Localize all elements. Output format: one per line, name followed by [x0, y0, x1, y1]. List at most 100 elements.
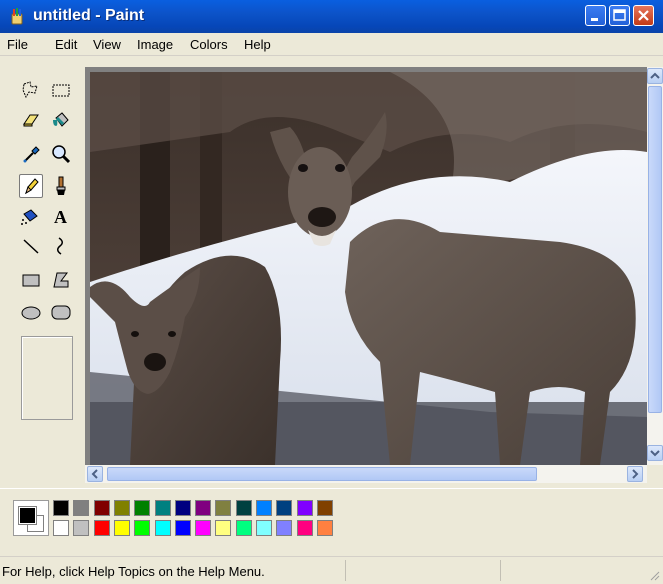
palette-swatch[interactable] — [73, 500, 90, 516]
resize-grip-icon[interactable] — [648, 569, 660, 581]
palette-swatch[interactable] — [296, 500, 313, 516]
tool-fill[interactable] — [49, 108, 73, 132]
status-divider — [345, 560, 346, 581]
tool-select[interactable] — [49, 78, 73, 102]
palette-swatch[interactable] — [215, 500, 232, 516]
palette-swatch[interactable] — [195, 500, 212, 516]
tool-pick-color[interactable] — [19, 142, 43, 166]
paint-app-icon — [11, 8, 23, 25]
scroll-corner — [647, 465, 663, 483]
eyedropper-icon — [23, 146, 40, 163]
palette-swatch[interactable] — [215, 520, 232, 536]
airbrush-icon — [21, 209, 38, 225]
palette-swatch[interactable] — [235, 500, 252, 516]
palette-swatch[interactable] — [134, 500, 151, 516]
palette-swatch[interactable] — [113, 520, 130, 536]
rectangle-icon — [22, 274, 40, 287]
title-bar[interactable]: untitled - Paint — [0, 0, 663, 33]
palette-swatch[interactable] — [174, 500, 191, 516]
pencil-icon — [25, 178, 39, 195]
window-title: untitled - Paint — [33, 7, 145, 24]
status-divider — [500, 560, 501, 581]
palette-swatch[interactable] — [296, 520, 313, 536]
status-help-text: For Help, click Help Topics on the Help … — [2, 564, 265, 579]
menu-edit[interactable]: Edit — [55, 37, 77, 52]
palette-swatch[interactable] — [113, 500, 130, 516]
minimize-icon — [591, 18, 598, 21]
arrow-down-icon — [650, 450, 660, 457]
palette-swatch[interactable] — [154, 500, 171, 516]
close-icon — [638, 10, 649, 21]
canvas-image[interactable] — [90, 72, 647, 465]
tool-pencil[interactable] — [19, 174, 43, 198]
maximize-button[interactable] — [609, 5, 630, 26]
tool-magnifier[interactable] — [49, 142, 73, 166]
arrow-left-icon — [91, 469, 98, 479]
palette-swatch[interactable] — [134, 520, 151, 536]
curve-icon — [57, 237, 63, 255]
menu-view[interactable]: View — [93, 37, 121, 52]
palette-swatch[interactable] — [235, 520, 252, 536]
palette-swatch[interactable] — [53, 500, 69, 516]
menu-image[interactable]: Image — [137, 37, 173, 52]
current-colors-indicator[interactable] — [13, 500, 49, 536]
tool-polygon[interactable] — [49, 268, 73, 292]
palette-swatch[interactable] — [316, 520, 333, 536]
palette-swatch[interactable] — [53, 520, 69, 536]
tool-line[interactable] — [19, 234, 43, 258]
scroll-left-button[interactable] — [87, 466, 103, 482]
maximize-icon — [613, 9, 626, 21]
horizontal-scrollbar[interactable] — [85, 465, 647, 483]
palette-swatch[interactable] — [195, 520, 212, 536]
tool-rounded-rectangle[interactable] — [49, 300, 73, 324]
svg-text:A: A — [54, 207, 67, 227]
line-icon — [23, 239, 39, 254]
brush-icon — [56, 176, 66, 195]
toolbox: A — [13, 70, 77, 484]
palette-swatch[interactable] — [316, 500, 333, 516]
palette-swatch[interactable] — [73, 520, 90, 536]
menu-bar: File Edit View Image Colors Help — [0, 33, 663, 56]
menu-file[interactable]: File — [7, 37, 28, 52]
scroll-right-button[interactable] — [627, 466, 643, 482]
close-button[interactable] — [633, 5, 654, 26]
palette-swatch[interactable] — [93, 500, 110, 516]
horizontal-scroll-thumb[interactable] — [107, 467, 537, 481]
text-icon: A — [54, 207, 67, 227]
polygon-icon — [53, 272, 69, 288]
magnifier-icon — [52, 145, 71, 164]
palette-swatch[interactable] — [276, 520, 293, 536]
palette-swatch[interactable] — [93, 520, 110, 536]
menu-help[interactable]: Help — [244, 37, 271, 52]
arrow-up-icon — [650, 72, 660, 79]
scroll-down-button[interactable] — [647, 445, 663, 461]
palette-swatch[interactable] — [154, 520, 171, 536]
palette-swatch[interactable] — [256, 500, 272, 516]
foreground-color-swatch[interactable] — [18, 506, 37, 525]
tool-airbrush[interactable] — [19, 204, 43, 228]
tool-curve[interactable] — [49, 234, 73, 258]
vertical-scrollbar[interactable] — [647, 67, 663, 465]
vertical-scroll-thumb[interactable] — [648, 86, 662, 413]
eraser-icon — [23, 114, 39, 127]
tool-brush[interactable] — [49, 174, 73, 198]
menu-colors[interactable]: Colors — [190, 37, 228, 52]
rounded-rect-icon — [51, 305, 71, 320]
freeform-select-icon — [22, 81, 38, 99]
tool-text[interactable]: A — [49, 204, 73, 228]
minimize-button[interactable] — [585, 5, 606, 26]
canvas-area[interactable] — [85, 67, 647, 465]
tool-options-box[interactable] — [21, 336, 73, 420]
tool-rectangle[interactable] — [19, 268, 43, 292]
scroll-up-button[interactable] — [647, 68, 663, 84]
rect-select-icon — [52, 84, 70, 97]
palette-swatch[interactable] — [276, 500, 293, 516]
tool-free-form-select[interactable] — [19, 78, 43, 102]
tool-ellipse[interactable] — [19, 300, 43, 324]
status-bar: For Help, click Help Topics on the Help … — [0, 556, 663, 584]
ellipse-icon — [21, 306, 41, 320]
tool-eraser[interactable] — [19, 108, 43, 132]
arrow-right-icon — [632, 469, 639, 479]
palette-swatch[interactable] — [256, 520, 272, 536]
palette-swatch[interactable] — [174, 520, 191, 536]
